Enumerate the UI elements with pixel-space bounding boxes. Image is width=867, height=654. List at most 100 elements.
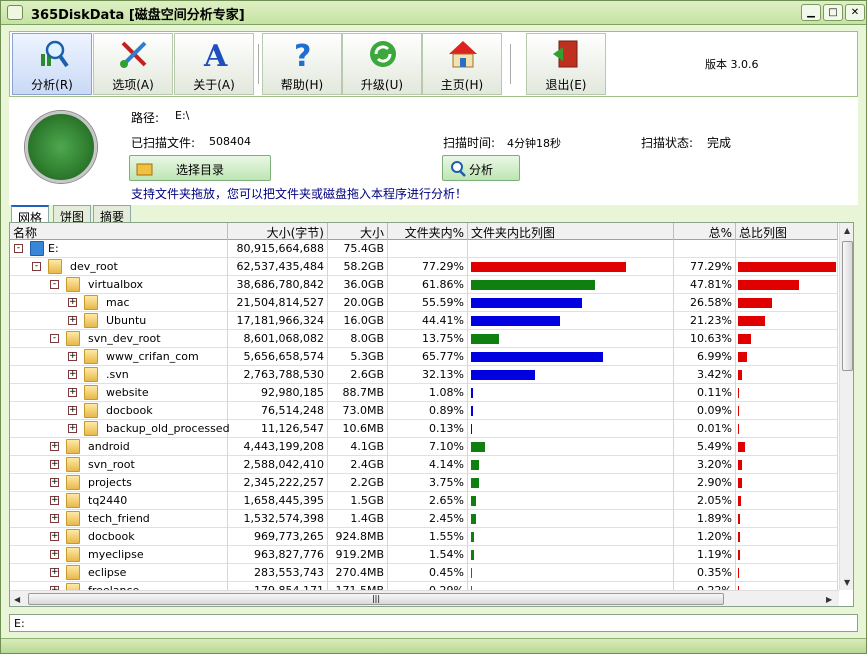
- expand-icon[interactable]: +: [68, 370, 77, 379]
- expand-icon[interactable]: +: [50, 532, 59, 541]
- tab-summary[interactable]: 摘要: [93, 205, 132, 224]
- expand-icon[interactable]: +: [50, 550, 59, 559]
- size-grid[interactable]: 名称 大小(字节) 大小 文件夹内% 文件夹内比列图 总% 总比列图 - E: 80…: [9, 222, 854, 607]
- table-row[interactable]: + android 4,443,199,208 4.1GB 7.10% 5.49%: [10, 438, 838, 456]
- table-row[interactable]: + projects 2,345,222,257 2.2GB 3.75% 2.90%: [10, 474, 838, 492]
- tab-grid[interactable]: 网格: [11, 205, 50, 225]
- analyze-button[interactable]: 分析: [442, 155, 520, 181]
- total-chart-cell: [736, 456, 838, 474]
- folder-icon: [84, 421, 98, 436]
- expand-icon[interactable]: +: [68, 352, 77, 361]
- total-chart-cell: [736, 330, 838, 348]
- exit-toolbar-button[interactable]: 退出(E): [526, 33, 606, 95]
- total-pct-bar: [738, 424, 739, 434]
- column-header-bytes[interactable]: 大小(字节): [228, 223, 328, 240]
- collapse-icon[interactable]: -: [50, 280, 59, 289]
- status-bar: E:: [9, 614, 858, 632]
- table-row[interactable]: + svn_root 2,588,042,410 2.4GB 4.14% 3.20%: [10, 456, 838, 474]
- close-button[interactable]: ✕: [845, 4, 865, 21]
- expand-icon[interactable]: +: [68, 388, 77, 397]
- scroll-right-icon[interactable]: ▶: [826, 595, 832, 604]
- total-pct-cell: 1.89%: [674, 510, 736, 528]
- table-row[interactable]: + docbook 969,773,265 924.8MB 1.55% 1.20%: [10, 528, 838, 546]
- row-name: tech_friend: [88, 512, 150, 525]
- table-row[interactable]: - svn_dev_root 8,601,068,082 8.0GB 13.75% 10.…: [10, 330, 838, 348]
- table-row[interactable]: - virtualbox 38,686,780,842 36.0GB 61.86% 47.…: [10, 276, 838, 294]
- folder-pct-cell: 0.89%: [388, 402, 468, 420]
- bytes-cell: 179,854,171: [228, 582, 328, 590]
- svg-text:A: A: [203, 39, 228, 70]
- options-toolbar-button[interactable]: 选项(A): [93, 33, 173, 95]
- size-cell: 8.0GB: [328, 330, 388, 348]
- total-pct-bar: [738, 406, 739, 416]
- maximize-button[interactable]: □: [823, 4, 843, 21]
- homepage-toolbar-button[interactable]: 主页(H): [422, 33, 502, 95]
- expand-icon[interactable]: +: [50, 568, 59, 577]
- table-row[interactable]: - dev_root 62,537,435,484 58.2GB 77.29% 77.29…: [10, 258, 838, 276]
- expand-icon[interactable]: +: [50, 442, 59, 451]
- select-directory-button[interactable]: 选择目录: [129, 155, 271, 181]
- folder-pct-bar: [471, 406, 473, 416]
- app-menu-icon[interactable]: [7, 5, 23, 20]
- table-row[interactable]: + backup_old_processed 11,126,547 10.6MB 0.1…: [10, 420, 838, 438]
- folder-chart-cell: [468, 312, 674, 330]
- tab-pie-chart[interactable]: 饼图: [53, 205, 92, 224]
- horizontal-scrollbar[interactable]: ◀ ||| ▶: [10, 590, 839, 606]
- collapse-icon[interactable]: -: [32, 262, 41, 271]
- column-header-folder-chart[interactable]: 文件夹内比列图: [468, 223, 674, 240]
- table-row[interactable]: + docbook 76,514,248 73.0MB 0.89% 0.09%: [10, 402, 838, 420]
- vertical-scrollbar[interactable]: ▲ ▼: [839, 223, 853, 590]
- expand-icon[interactable]: +: [68, 298, 77, 307]
- column-header-name[interactable]: 名称: [10, 223, 228, 240]
- table-row[interactable]: + eclipse 283,553,743 270.4MB 0.45% 0.35%: [10, 564, 838, 582]
- collapse-icon[interactable]: -: [50, 334, 59, 343]
- column-header-size[interactable]: 大小: [328, 223, 388, 240]
- table-row[interactable]: + .svn 2,763,788,530 2.6GB 32.13% 3.42%: [10, 366, 838, 384]
- expand-icon[interactable]: +: [68, 406, 77, 415]
- name-cell: + .svn: [10, 366, 228, 384]
- size-cell: 2.6GB: [328, 366, 388, 384]
- row-name: projects: [88, 476, 132, 489]
- about-toolbar-button[interactable]: A 关于(A): [174, 33, 254, 95]
- upgrade-toolbar-button[interactable]: 升级(U): [342, 33, 422, 95]
- total-pct-cell: 3.20%: [674, 456, 736, 474]
- collapse-icon[interactable]: -: [14, 244, 23, 253]
- total-pct-cell: 3.42%: [674, 366, 736, 384]
- table-row[interactable]: + myeclipse 963,827,776 919.2MB 1.54% 1.19%: [10, 546, 838, 564]
- column-header-total-pct[interactable]: 总%: [674, 223, 736, 240]
- help-toolbar-button[interactable]: ? 帮助(H): [262, 33, 342, 95]
- bytes-cell: 283,553,743: [228, 564, 328, 582]
- minimize-button[interactable]: ▁: [801, 4, 821, 21]
- analyze-toolbar-button[interactable]: 分析(R): [12, 33, 92, 95]
- folder-pct-bar: [471, 298, 582, 308]
- expand-icon[interactable]: +: [68, 424, 77, 433]
- expand-icon[interactable]: +: [50, 478, 59, 487]
- table-row[interactable]: + tech_friend 1,532,574,398 1.4GB 2.45% 1.89%: [10, 510, 838, 528]
- expand-icon[interactable]: +: [50, 514, 59, 523]
- bytes-cell: 5,656,658,574: [228, 348, 328, 366]
- table-row[interactable]: +freelance179,854,171171.5MB0.29% 0.22%: [10, 582, 838, 590]
- column-header-folder-pct[interactable]: 文件夹内%: [388, 223, 468, 240]
- expand-icon[interactable]: +: [50, 460, 59, 469]
- bytes-cell: 2,345,222,257: [228, 474, 328, 492]
- table-row[interactable]: + mac 21,504,814,527 20.0GB 55.59% 26.58%: [10, 294, 838, 312]
- table-row[interactable]: - E: 80,915,664,688 75.4GB: [10, 240, 838, 258]
- column-header-total-chart[interactable]: 总比列图: [736, 223, 838, 240]
- horizontal-scroll-thumb[interactable]: |||: [28, 593, 724, 605]
- total-chart-cell: [736, 528, 838, 546]
- bytes-cell: 21,504,814,527: [228, 294, 328, 312]
- expand-icon[interactable]: +: [68, 316, 77, 325]
- scroll-left-icon[interactable]: ◀: [14, 595, 20, 604]
- table-row[interactable]: + Ubuntu 17,181,966,324 16.0GB 44.41% 21.23%: [10, 312, 838, 330]
- scroll-down-icon[interactable]: ▼: [844, 578, 850, 587]
- bytes-cell: 1,532,574,398: [228, 510, 328, 528]
- scroll-up-icon[interactable]: ▲: [844, 226, 850, 235]
- expand-icon[interactable]: +: [50, 496, 59, 505]
- table-row[interactable]: + tq2440 1,658,445,395 1.5GB 2.65% 2.05%: [10, 492, 838, 510]
- table-row[interactable]: + website 92,980,185 88.7MB 1.08% 0.11%: [10, 384, 838, 402]
- table-row[interactable]: + www_crifan_com 5,656,658,574 5.3GB 65.77% 6…: [10, 348, 838, 366]
- vertical-scroll-thumb[interactable]: [842, 241, 853, 371]
- folder-pct-bar: [471, 478, 479, 488]
- folder-chart-cell: [468, 294, 674, 312]
- question-icon: ?: [294, 39, 311, 70]
